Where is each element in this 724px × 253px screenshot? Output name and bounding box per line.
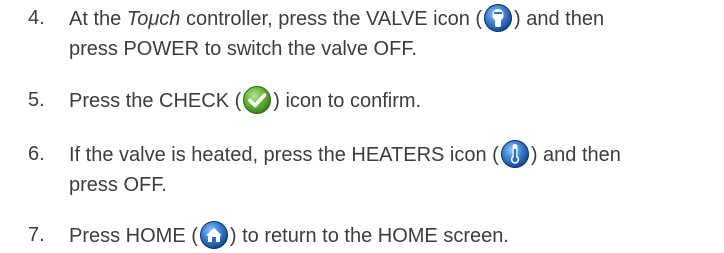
home-icon xyxy=(199,220,229,250)
step-number: 4. xyxy=(28,7,45,29)
step-text: Press HOME ( ) to return to the HOME scr… xyxy=(69,220,718,251)
heaters-icon xyxy=(500,139,530,169)
valve-icon xyxy=(483,3,513,33)
step-number: 6. xyxy=(28,143,45,165)
step-text: If the valve is heated, press the HEATER… xyxy=(69,139,718,200)
product-name: Toμch xyxy=(126,8,181,30)
step-number: 7. xyxy=(28,224,45,246)
step-text: Press the CHECK ( ) icon to confirm. xyxy=(69,85,718,116)
check-icon xyxy=(242,85,272,115)
step-text: At the Toμch controller, press the VALVE… xyxy=(69,3,718,64)
step-number: 5. xyxy=(28,89,45,111)
